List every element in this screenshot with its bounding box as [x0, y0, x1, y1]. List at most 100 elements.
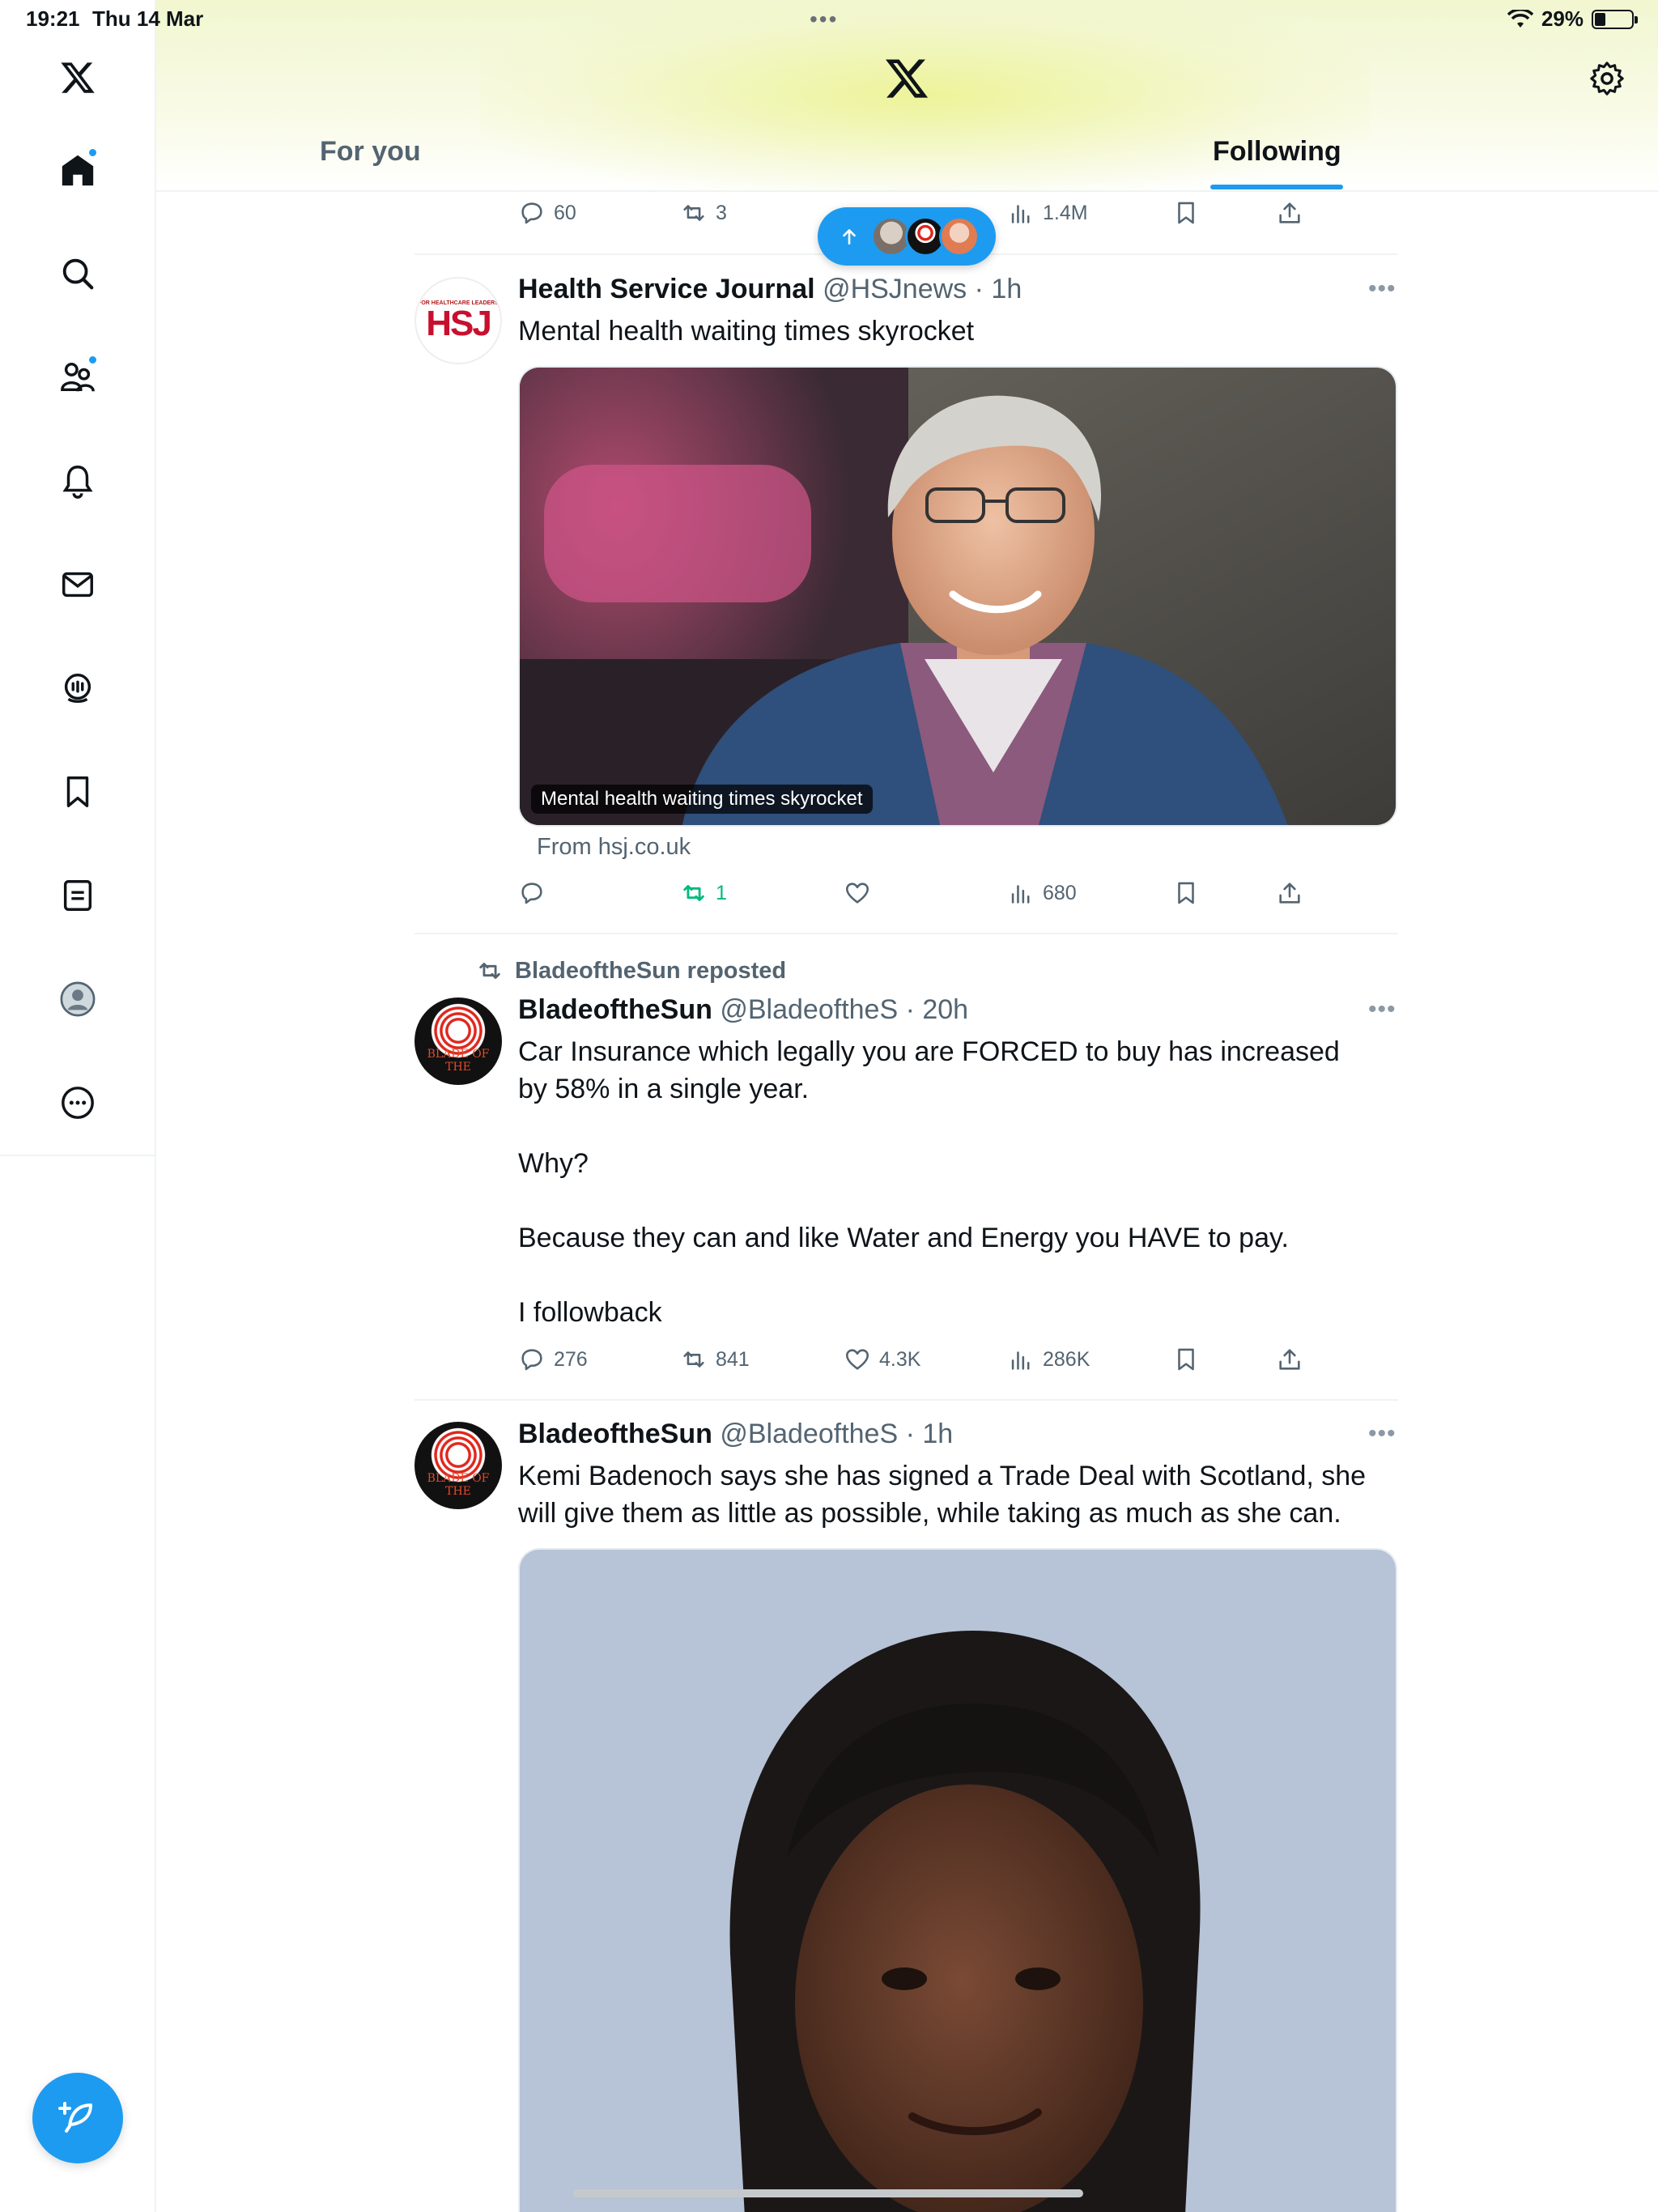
article-image [520, 368, 1396, 825]
views-button[interactable]: 680 [1007, 879, 1077, 907]
compose-button[interactable] [32, 2073, 123, 2163]
tab-following[interactable]: Following [1213, 136, 1341, 168]
repost-indicator[interactable]: BladeoftheSun reposted [476, 957, 786, 985]
status-date: Thu 14 Mar [92, 6, 204, 31]
share-button[interactable] [1276, 879, 1303, 907]
author-handle[interactable]: @BladeoftheS [720, 1419, 898, 1449]
like-button[interactable] [844, 879, 879, 907]
reply-button[interactable] [518, 879, 554, 907]
avatar[interactable]: BLADE OF THE [414, 998, 502, 1085]
share-icon [1279, 1349, 1300, 1370]
views-count: 1.4M [1043, 201, 1088, 224]
settings-icon[interactable] [1588, 60, 1626, 97]
share-icon [1279, 883, 1300, 904]
profile-icon[interactable] [52, 973, 104, 1025]
author-name[interactable]: BladeoftheSun [518, 994, 712, 1025]
tweet-more-button[interactable]: ••• [1368, 1420, 1397, 1448]
x-logo-icon[interactable] [52, 52, 104, 104]
lists-icon[interactable] [52, 870, 104, 921]
separator: · [898, 1419, 923, 1449]
avatar [939, 216, 980, 257]
repost-button[interactable]: 841 [680, 1346, 750, 1373]
views-count: 680 [1043, 881, 1077, 904]
like-count: 4.3K [879, 1347, 921, 1371]
home-notification-dot [87, 147, 98, 158]
bookmark-button[interactable] [1172, 1346, 1200, 1373]
bookmark-button[interactable] [1172, 879, 1200, 907]
link-source[interactable]: From hsj.co.uk [537, 834, 691, 861]
notifications-icon[interactable] [52, 455, 104, 507]
battery-icon [1592, 9, 1638, 29]
reply-icon [521, 202, 542, 224]
media-caption: Mental health waiting times skyrocket [531, 785, 873, 814]
views-icon [1011, 205, 1030, 223]
tweet-more-button[interactable]: ••• [1368, 275, 1397, 303]
multitasking-dots-icon[interactable]: ••• [810, 6, 838, 32]
repost-icon [479, 963, 500, 979]
tweet-media[interactable] [518, 1548, 1397, 2212]
wifi-icon [1507, 9, 1533, 28]
new-posts-pill[interactable] [818, 207, 996, 266]
tweet-author-line: Health Service Journal @HSJnews · 1h [518, 274, 1022, 305]
tweet-time[interactable]: 1h [991, 274, 1022, 304]
x-logo-icon[interactable] [883, 55, 930, 102]
tweet-media-card[interactable]: Mental health waiting times skyrocket [518, 366, 1397, 827]
share-button[interactable] [1276, 1346, 1303, 1373]
repost-icon [683, 1351, 704, 1368]
active-tab-indicator [1210, 185, 1343, 189]
views-button[interactable]: 286K [1007, 1346, 1090, 1373]
heart-icon [845, 883, 869, 904]
repost-by-label: BladeoftheSun reposted [515, 957, 787, 984]
reply-button[interactable]: 60 [518, 199, 576, 227]
photo-image [520, 1550, 1396, 2212]
author-name[interactable]: Health Service Journal [518, 274, 815, 304]
tweet-time[interactable]: 1h [922, 1419, 953, 1449]
repost-count: 1 [716, 881, 727, 904]
more-icon[interactable] [52, 1077, 104, 1129]
avatar-logo-text: HSJ [426, 303, 492, 343]
views-button[interactable]: 1.4M [1007, 199, 1088, 227]
views-count: 286K [1043, 1347, 1090, 1371]
heart-icon [845, 1349, 869, 1370]
bookmarks-icon[interactable] [52, 766, 104, 818]
repost-icon [683, 205, 704, 221]
tweet-more-button[interactable]: ••• [1368, 996, 1397, 1023]
status-bar: 19:21 Thu 14 Mar ••• 29% [0, 0, 1658, 39]
communities-icon[interactable] [52, 351, 104, 403]
separator: · [898, 994, 923, 1025]
tweet-text: Car Insurance which legally you are FORC… [518, 1036, 1340, 1328]
author-handle[interactable]: @HSJnews [823, 274, 967, 304]
tweet-actions: 1 680 [518, 879, 1328, 912]
repost-button[interactable]: 1 [680, 879, 727, 907]
reply-button[interactable]: 276 [518, 1346, 588, 1373]
search-icon[interactable] [52, 248, 104, 300]
tweet-author-line: BladeoftheSun @BladeoftheS · 1h [518, 1419, 953, 1450]
tweet-author-line: BladeoftheSun @BladeoftheS · 20h [518, 994, 968, 1026]
repost-icon [683, 885, 704, 901]
communities-notification-dot [87, 355, 98, 365]
arrow-up-icon [843, 229, 856, 245]
share-icon [1279, 202, 1300, 223]
home-indicator[interactable] [573, 2189, 1083, 2197]
status-time: 19:21 [26, 6, 80, 31]
avatar[interactable]: BLADE OF THE [414, 1422, 502, 1509]
author-name[interactable]: BladeoftheSun [518, 1419, 712, 1449]
avatar[interactable]: FOR HEALTHCARE LEADERS HSJ [414, 277, 502, 364]
tweet-time[interactable]: 20h [922, 994, 968, 1025]
views-icon [1011, 885, 1030, 904]
bookmark-button[interactable] [1172, 199, 1200, 227]
separator: · [967, 274, 992, 304]
home-icon[interactable] [52, 144, 104, 196]
author-handle[interactable]: @BladeoftheS [720, 994, 898, 1025]
grok-icon[interactable] [52, 662, 104, 714]
avatar-text: BLADE OF THE [427, 1048, 490, 1074]
share-button[interactable] [1276, 199, 1303, 227]
repost-button[interactable]: 3 [680, 199, 727, 227]
tab-for-you[interactable]: For you [320, 136, 421, 168]
battery-percent: 29% [1541, 6, 1584, 31]
reply-icon [521, 883, 542, 904]
like-button[interactable]: 4.3K [844, 1346, 920, 1373]
messages-icon[interactable] [52, 559, 104, 610]
repost-count: 3 [716, 201, 727, 224]
bookmark-icon [1178, 882, 1194, 904]
